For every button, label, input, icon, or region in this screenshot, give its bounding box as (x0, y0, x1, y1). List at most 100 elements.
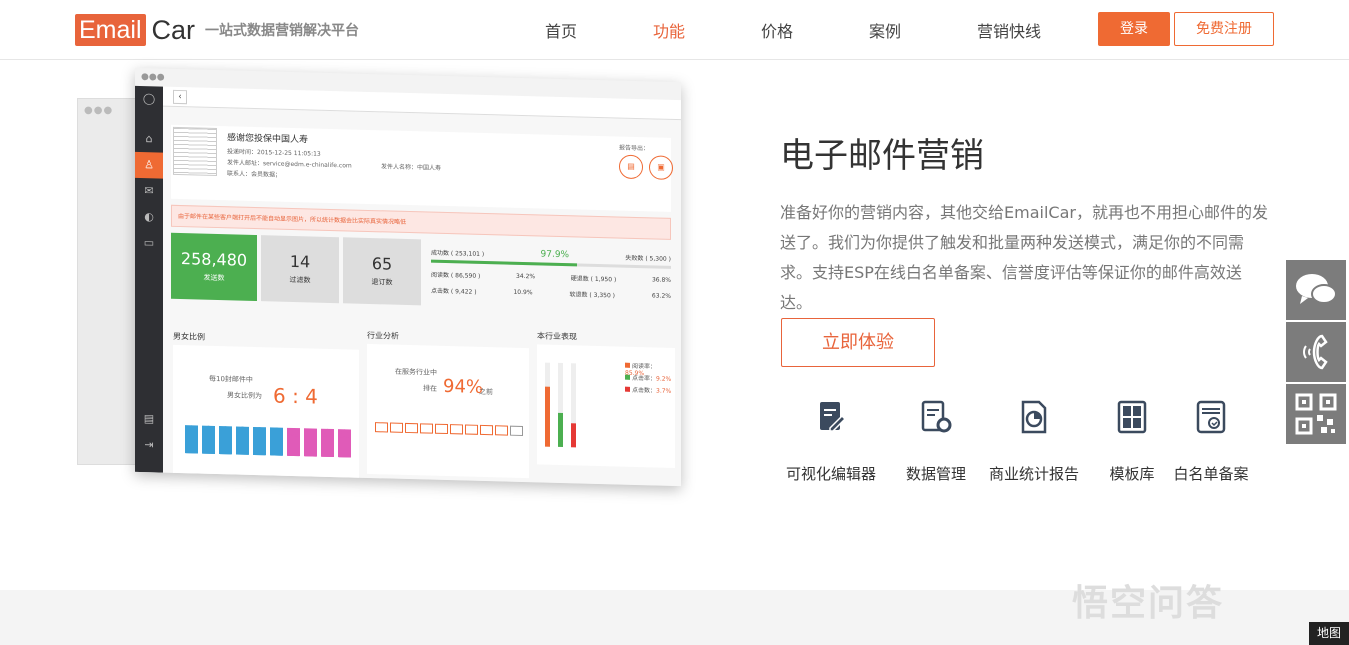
main-nav: 首页 功能 价格 案例 营销快线 (545, 18, 1085, 42)
stat-unsubscribed: 65 退订数 (343, 237, 421, 306)
gender-line2: 男女比例为 (227, 391, 262, 401)
back-icon: ‹ (173, 89, 187, 105)
logo-car: Car (151, 14, 196, 45)
perf-bars (545, 362, 591, 448)
legend-value: 3.7% (656, 387, 672, 395)
success-pct: 97.9% (540, 249, 570, 261)
envelope-icon (450, 424, 463, 435)
industry-line1: 在服务行业中 (395, 367, 437, 377)
contacts-icon: ♙ (135, 151, 163, 179)
sender-email: 发件人邮址：service@edm.e-chinalife.com (227, 159, 352, 170)
envelope-icon (390, 422, 403, 433)
fail-count: 失败数 ( 5,300 ) (625, 254, 671, 263)
nav-marketing-express[interactable]: 营销快线 (977, 18, 1085, 42)
feature-visual-editor[interactable]: 可视化编辑器 (776, 398, 886, 484)
nav-features[interactable]: 功能 (653, 18, 761, 42)
envelope-icon (375, 422, 388, 433)
read-pct: 34.2% (516, 272, 536, 280)
email-summary-card: 感谢您投保中国人寿 投递时间：2015-12-25 11:05:13 发件人邮址… (171, 124, 673, 212)
stat-value: 258,480 (180, 249, 248, 270)
read-count: 阅读数 ( 86,590 ) (431, 271, 481, 280)
doc-gear-icon (921, 400, 952, 433)
logo[interactable]: Email Car 一站式数据营销解决平台 (75, 14, 359, 46)
industry-after: 之前 (479, 387, 493, 397)
top-header: Email Car 一站式数据营销解决平台 首页 功能 价格 案例 营销快线 登… (0, 0, 1349, 60)
envelope-icon (420, 423, 433, 434)
feature-label: 可视化编辑器 (785, 465, 876, 483)
gender-ratio: 6 : 4 (273, 383, 318, 409)
click-count: 点击数 ( 9,422 ) (431, 287, 477, 296)
perf-bar-track (545, 362, 550, 447)
industry-title: 行业分析 (367, 330, 399, 341)
male-icon (236, 426, 249, 455)
send-time: 投递时间：2015-12-25 11:05:13 (227, 148, 321, 158)
feature-label: 数据管理 (905, 465, 966, 483)
envelope-icon (510, 425, 523, 437)
hard-bounce-pct: 36.8% (651, 275, 671, 284)
email-title: 感谢您投保中国人寿 (227, 133, 309, 146)
feature-whitelist[interactable]: 白名单备案 (1156, 398, 1266, 484)
stat-value: 14 (289, 251, 311, 272)
legend-value: 9.2% (656, 375, 672, 383)
industry-panel: 在服务行业中 排在 94% 之前 (367, 343, 529, 479)
sender-name: 发件人名称：中国人寿 (381, 163, 442, 172)
gender-title: 男女比例 (173, 331, 205, 342)
female-icon (338, 429, 351, 458)
envelope-icon (465, 424, 478, 435)
male-icon (270, 427, 283, 456)
male-icon (185, 425, 198, 454)
industry-pct: 94% (443, 375, 484, 398)
feature-business-report[interactable]: 商业统计报告 (979, 398, 1089, 484)
phone-float-button[interactable] (1286, 322, 1346, 382)
envelope-icon (480, 424, 493, 436)
stat-sent: 258,480 发送数 (171, 232, 257, 302)
message-icon: ▭ (143, 236, 155, 250)
feature-data-management[interactable]: 数据管理 (881, 398, 991, 484)
perf-bar-track (558, 362, 563, 448)
success-count: 成功数 ( 253,101 ) (431, 249, 485, 258)
logo-email: Email (75, 14, 146, 46)
perf-bar (571, 423, 576, 448)
nav-pricing[interactable]: 价格 (761, 18, 869, 42)
whitelist-icon (1196, 400, 1226, 434)
chat-bubbles-icon (1296, 274, 1337, 304)
try-now-button[interactable]: 立即体验 (781, 318, 935, 367)
industry-rank: 排在 (423, 384, 437, 393)
perf-bar (558, 412, 563, 448)
logout-icon: ⇥ (144, 438, 154, 452)
chat-float-button[interactable] (1286, 260, 1346, 320)
soft-bounce-pct: 63.2% (651, 291, 671, 300)
perf-bar-track (571, 363, 576, 448)
mockup-main: ‹ 感谢您投保中国人寿 投递时间：2015-12-25 11:05:13 发件人… (163, 86, 681, 487)
nav-cases[interactable]: 案例 (869, 18, 977, 42)
edit-doc-icon (820, 402, 847, 432)
gender-line1: 每10封邮件中 (209, 374, 253, 384)
register-button[interactable]: 免费注册 (1174, 12, 1274, 46)
slogan: 一站式数据营销解决平台 (205, 23, 360, 39)
phone-icon (1303, 334, 1328, 370)
envelope-icon (435, 423, 448, 435)
qrcode-icon (1295, 393, 1337, 435)
male-icon (253, 426, 266, 456)
section-description: 准备好你的营销内容，其他交给EmailCar，就再也不用担心邮件的发送了。我们为… (780, 203, 1268, 312)
export-label: 报告导出： (619, 144, 650, 153)
envelope-icon (495, 425, 508, 436)
perf-legend-2: 点击数：3.7% (625, 385, 671, 395)
qrcode-float-button[interactable] (1286, 384, 1346, 444)
map-link[interactable]: 地图 (1309, 622, 1349, 645)
gender-panel: 每10封邮件中 男女比例为 6 : 4 (173, 344, 359, 480)
login-button[interactable]: 登录 (1098, 12, 1170, 46)
mockup-sidebar: ◯ ⌂ ♙ ✉ ◐ ▭ ▤ ⇥ (135, 85, 163, 473)
nav-home[interactable]: 首页 (545, 18, 653, 42)
pdf-export-icon: ▤ (619, 154, 643, 180)
home-icon: ⌂ (145, 132, 153, 146)
stat-label: 发送数 (203, 273, 225, 283)
feature-label: 白名单备案 (1173, 465, 1249, 483)
soft-bounce: 软退数 ( 3,350 ) (569, 290, 616, 299)
perf-panel: 阅读率：85.9% 点击率：9.2% 点击数：3.7% (537, 344, 675, 468)
female-icon (304, 428, 317, 457)
feature-label: 商业统计报告 (988, 465, 1079, 483)
female-icon (321, 428, 334, 458)
click-pct: 10.9% (513, 288, 533, 296)
ad-icon: ◐ (144, 210, 154, 224)
